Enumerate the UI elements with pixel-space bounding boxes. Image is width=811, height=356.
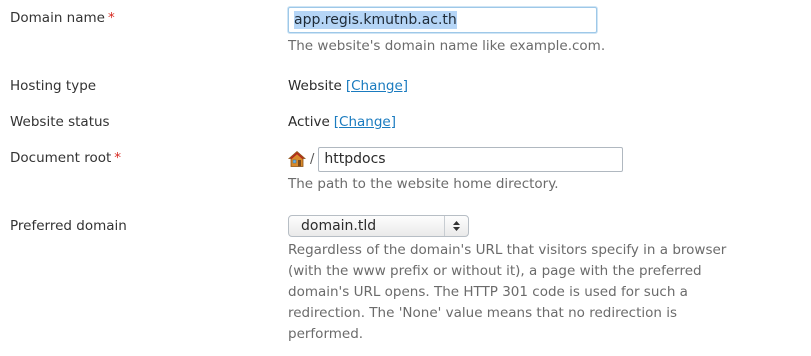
- required-mark: *: [114, 150, 122, 166]
- hint-line: performed.: [288, 326, 364, 342]
- document-root-control: / httpdocs: [287, 146, 808, 172]
- preferred-domain-hint: Regardless of the domain's URL that visi…: [288, 240, 808, 345]
- domain-name-value: app.regis.kmutnb.ac.th: [294, 11, 457, 29]
- website-status-value: Active: [288, 114, 330, 130]
- domain-name-input[interactable]: app.regis.kmutnb.ac.th: [288, 7, 597, 33]
- document-root-hint: The path to the website home directory.: [288, 176, 559, 192]
- hint-line: redirection. The 'None' value means that…: [288, 305, 678, 321]
- hosting-type-change-link[interactable]: [Change]: [346, 78, 408, 94]
- hosting-type-label: Hosting type: [10, 78, 97, 94]
- website-status-change-link[interactable]: [Change]: [334, 114, 396, 130]
- path-separator: /: [310, 151, 315, 167]
- document-root-value: httpdocs: [324, 151, 386, 167]
- document-root-field: / httpdocs The path to the website home …: [287, 146, 808, 195]
- domain-name-field: app.regis.kmutnb.ac.th The website's dom…: [288, 7, 808, 57]
- website-status-field: Active [Change]: [288, 113, 808, 131]
- document-root-label: Document root *: [10, 150, 122, 166]
- select-arrows-icon: [444, 216, 468, 236]
- preferred-domain-label: Preferred domain: [10, 218, 127, 234]
- hosting-type-field: Website [Change]: [288, 77, 808, 95]
- hint-line: Regardless of the domain's URL that visi…: [288, 242, 727, 258]
- home-icon[interactable]: [287, 150, 307, 168]
- domain-name-hint: The website's domain name like example.c…: [288, 38, 606, 54]
- website-status-label: Website status: [10, 114, 110, 130]
- preferred-domain-selected: domain.tld: [301, 218, 377, 234]
- document-root-input[interactable]: httpdocs: [318, 146, 624, 172]
- required-mark: *: [107, 10, 115, 26]
- hint-line: domain's URL opens. The HTTP 301 code is…: [288, 284, 688, 300]
- hosting-type-value: Website: [288, 78, 342, 94]
- website-settings-form: Domain name * app.regis.kmutnb.ac.th The …: [0, 0, 811, 356]
- domain-name-label: Domain name *: [10, 10, 115, 26]
- preferred-domain-field: domain.tld Regardless of the domain's UR…: [288, 215, 808, 345]
- preferred-domain-select[interactable]: domain.tld: [288, 215, 469, 237]
- hint-line: (with the www prefix or without it), a p…: [288, 263, 702, 279]
